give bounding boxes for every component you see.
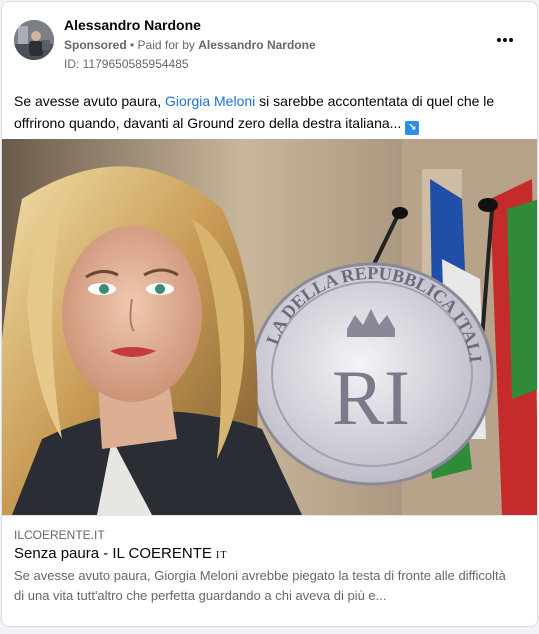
- post-text: Se avesse avuto paura, Giorgia Meloni si…: [14, 90, 514, 135]
- post-text-before: Se avesse avuto paura,: [14, 93, 165, 109]
- sponsorship-line: Sponsored • Paid for by Alessandro Nardo…: [64, 37, 316, 53]
- link-title-suffix: IT: [216, 550, 228, 561]
- link-description: Se avesse avuto paura, Giorgia Meloni av…: [14, 568, 506, 603]
- paid-for-prefix: • Paid for by: [130, 38, 195, 52]
- more-options-icon[interactable]: [493, 32, 517, 48]
- author-name[interactable]: Alessandro Nardone: [64, 16, 316, 34]
- ad-id: ID: 1179650585954485: [64, 57, 189, 71]
- link-title-main: Senza paura - IL COERENTE: [14, 545, 217, 562]
- avatar[interactable]: [14, 20, 54, 60]
- ad-card: Alessandro Nardone Sponsored • Paid for …: [1, 1, 538, 627]
- sponsored-label: Sponsored: [64, 38, 127, 52]
- post-header: Alessandro Nardone Sponsored • Paid for …: [14, 16, 525, 72]
- link-domain: ILCOERENTE.IT: [14, 528, 105, 542]
- author-meta: Alessandro Nardone Sponsored • Paid for …: [64, 16, 316, 72]
- paid-for-name: Alessandro Nardone: [198, 38, 316, 52]
- mention-link[interactable]: Giorgia Meloni: [165, 93, 255, 109]
- link-preview[interactable]: ILCOERENTE.IT Senza paura - IL COERENTE …: [2, 515, 537, 626]
- arrow-down-right-emoji-icon: ↘: [405, 121, 420, 135]
- post-image[interactable]: LA DELLA REPUBBLICA ITALIANA RI: [2, 139, 537, 515]
- link-title[interactable]: Senza paura - IL COERENTE IT: [14, 545, 227, 562]
- seal-monogram: RI: [332, 354, 410, 441]
